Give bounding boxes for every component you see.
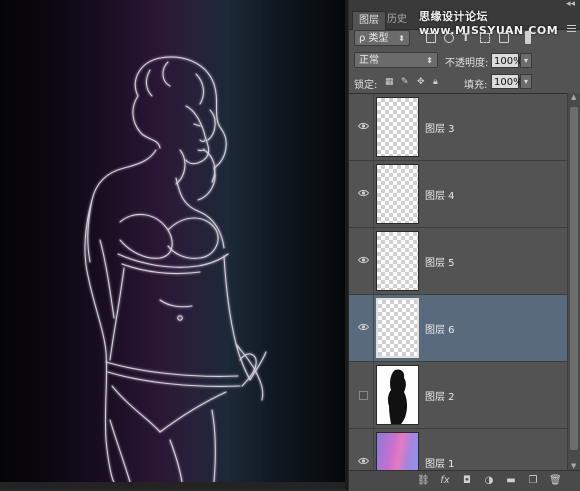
layer-thumbnail[interactable] bbox=[376, 365, 419, 425]
layer-name[interactable]: 图层 4 bbox=[425, 187, 455, 202]
image-filter-icon[interactable] bbox=[426, 33, 436, 43]
silhouette-thumbnail-icon bbox=[387, 369, 408, 424]
row-divider bbox=[373, 362, 374, 429]
chevron-updown-icon: ⬍ bbox=[398, 34, 405, 43]
adjustment-filter-icon[interactable] bbox=[444, 33, 454, 43]
blend-mode-dropdown[interactable]: 正常 ⬍ bbox=[354, 52, 438, 68]
visibility-eye-icon[interactable] bbox=[358, 323, 369, 331]
layers-panel: ◂◂ 图层 历史 思缘设计论坛 www.MISSYUAN.COM ρ 类型 ⬍ … bbox=[348, 0, 580, 491]
layers-scrollbar[interactable]: ▲ ▼ bbox=[567, 93, 580, 470]
layer-thumbnail[interactable] bbox=[376, 97, 419, 157]
row-divider bbox=[373, 228, 374, 295]
layer-row[interactable]: 图层 5 bbox=[349, 228, 567, 295]
layer-mask-icon[interactable]: ◘ bbox=[461, 475, 473, 486]
scroll-up-icon[interactable]: ▲ bbox=[571, 93, 576, 101]
delete-layer-icon[interactable]: 🗑︎ bbox=[549, 475, 562, 486]
lock-image-icon[interactable]: ✎ bbox=[401, 78, 410, 87]
layers-list[interactable]: 图层 3 图层 4 图层 5 图层 6 图层 2 图层 1 bbox=[349, 93, 567, 471]
layer-row[interactable]: 图层 3 bbox=[349, 94, 567, 161]
layer-thumbnail[interactable] bbox=[376, 231, 419, 291]
opacity-label: 不透明度: bbox=[445, 58, 489, 69]
row-divider bbox=[373, 429, 374, 471]
layer-row-selected[interactable]: 图层 6 bbox=[349, 295, 567, 362]
document-canvas[interactable] bbox=[0, 0, 348, 490]
artwork-glowing-outline bbox=[0, 0, 345, 482]
lock-all-icon[interactable]: 🔒︎ bbox=[433, 78, 442, 87]
visibility-eye-icon[interactable] bbox=[358, 122, 369, 130]
layer-name[interactable]: 图层 5 bbox=[425, 254, 455, 269]
new-layer-icon[interactable]: ❐ bbox=[527, 475, 539, 486]
new-group-icon[interactable]: ▬ bbox=[505, 475, 517, 486]
fill-label: 填充: bbox=[464, 80, 488, 91]
lock-position-icon[interactable]: ✥ bbox=[417, 78, 426, 87]
scroll-down-icon[interactable]: ▼ bbox=[571, 462, 576, 470]
layer-thumbnail[interactable] bbox=[376, 432, 419, 471]
visibility-eye-icon[interactable] bbox=[358, 457, 369, 465]
lock-label: 锁定: bbox=[354, 80, 378, 91]
layer-name[interactable]: 图层 6 bbox=[425, 321, 455, 336]
visibility-eye-icon[interactable] bbox=[358, 189, 369, 197]
lock-transparent-icon[interactable]: ▦ bbox=[385, 78, 394, 87]
filter-kind-dropdown[interactable]: ρ 类型 ⬍ bbox=[354, 30, 410, 46]
figure-outline-illustration bbox=[84, 56, 267, 482]
chevron-updown-icon: ⬍ bbox=[426, 56, 433, 65]
filter-toggle-icon[interactable] bbox=[525, 31, 531, 44]
link-layers-icon[interactable]: ⛓ bbox=[417, 475, 430, 486]
layer-thumbnail[interactable] bbox=[376, 298, 419, 358]
fill-slider-button[interactable]: ▾ bbox=[520, 74, 532, 89]
row-divider bbox=[373, 94, 374, 161]
opacity-input[interactable]: 100% bbox=[491, 53, 523, 68]
filter-kind-label: ρ 类型 bbox=[359, 33, 389, 44]
fill-input[interactable]: 100% bbox=[491, 74, 523, 89]
row-divider bbox=[373, 161, 374, 228]
row-divider bbox=[373, 295, 374, 362]
blend-mode-value: 正常 bbox=[359, 55, 379, 66]
layer-name[interactable]: 图层 3 bbox=[425, 120, 455, 135]
layer-name[interactable]: 图层 1 bbox=[425, 455, 455, 470]
type-filter-icon[interactable]: T bbox=[462, 32, 472, 43]
opacity-slider-button[interactable]: ▾ bbox=[520, 53, 532, 68]
layer-thumbnail[interactable] bbox=[376, 164, 419, 224]
tab-history[interactable]: 历史 bbox=[381, 11, 413, 29]
visibility-eye-icon[interactable] bbox=[358, 256, 369, 264]
adjustment-layer-icon[interactable]: ◑ bbox=[483, 475, 495, 486]
shape-filter-icon[interactable] bbox=[480, 33, 490, 43]
smart-object-filter-icon[interactable] bbox=[499, 33, 509, 43]
layer-filter-row: ρ 类型 ⬍ T bbox=[349, 28, 580, 50]
blend-opacity-row: 正常 ⬍ 不透明度: 100% ▾ bbox=[349, 50, 580, 72]
layer-row[interactable]: 图层 1 bbox=[349, 429, 567, 471]
scroll-thumb[interactable] bbox=[570, 107, 578, 450]
layer-row[interactable]: 图层 2 bbox=[349, 362, 567, 429]
layers-bottom-toolbar: ⛓ fx ◘ ◑ ▬ ❐ 🗑︎ bbox=[349, 470, 580, 491]
layer-name[interactable]: 图层 2 bbox=[425, 388, 455, 403]
fx-icon[interactable]: fx bbox=[439, 475, 451, 486]
visibility-toggle-off[interactable] bbox=[359, 391, 368, 400]
layer-row[interactable]: 图层 4 bbox=[349, 161, 567, 228]
